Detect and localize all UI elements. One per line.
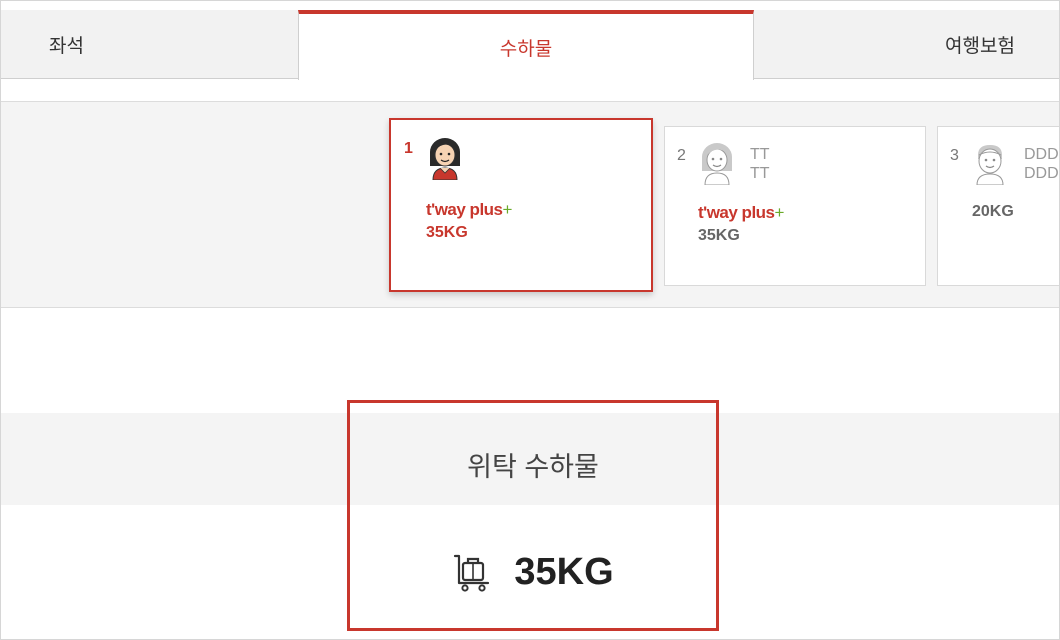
passenger-name: TT TT (750, 146, 770, 182)
female-avatar-icon (430, 138, 460, 180)
passenger-baggage-weight: 35KG (426, 224, 468, 241)
luggage-cart-icon (454, 554, 490, 592)
tab-travel-insurance[interactable]: 여행보험 (754, 10, 1059, 79)
tab-insurance-label: 여행보험 (945, 35, 1015, 57)
tway-plus-logo: t'way plus+ (426, 200, 512, 219)
female-avatar-icon (702, 143, 732, 185)
passenger-number: 1 (404, 140, 413, 157)
tway-plus-logo: t'way plus+ (698, 203, 784, 222)
male-avatar-icon (976, 145, 1004, 185)
passenger-number: 3 (950, 147, 959, 164)
checked-baggage-summary: 위탁 수하물 35KG (347, 400, 719, 631)
passenger-baggage-weight: 35KG (698, 227, 740, 244)
summary-weight-value: 35KG (514, 551, 614, 593)
tab-baggage-label: 수하물 (499, 38, 553, 60)
tab-bar: 좌석 수하물 여행보험 (1, 1, 1059, 80)
summary-weight-row: 35KG (350, 551, 716, 594)
passenger-card-3[interactable]: 3 DDD DDD 20KG (937, 126, 1059, 286)
passenger-name: DDD DDD (1024, 146, 1059, 182)
tab-seat-label: 좌석 (49, 35, 84, 57)
tab-seat[interactable]: 좌석 (1, 10, 298, 79)
passenger-card-2[interactable]: 2 TT TT t'way plus+ 35KG (664, 126, 926, 286)
baggage-page: 좌석 수하물 여행보험 1 t'way plus+ 35KG 2 TT TT t… (0, 0, 1060, 640)
summary-title: 위탁 수하물 (467, 452, 599, 482)
passenger-selector: 1 t'way plus+ 35KG 2 TT TT t'way plus+ 3… (1, 101, 1059, 308)
passenger-card-1[interactable]: 1 t'way plus+ 35KG (389, 118, 653, 292)
passenger-number: 2 (677, 147, 686, 164)
passenger-baggage-weight: 20KG (972, 203, 1014, 220)
tab-baggage[interactable]: 수하물 (298, 10, 754, 80)
